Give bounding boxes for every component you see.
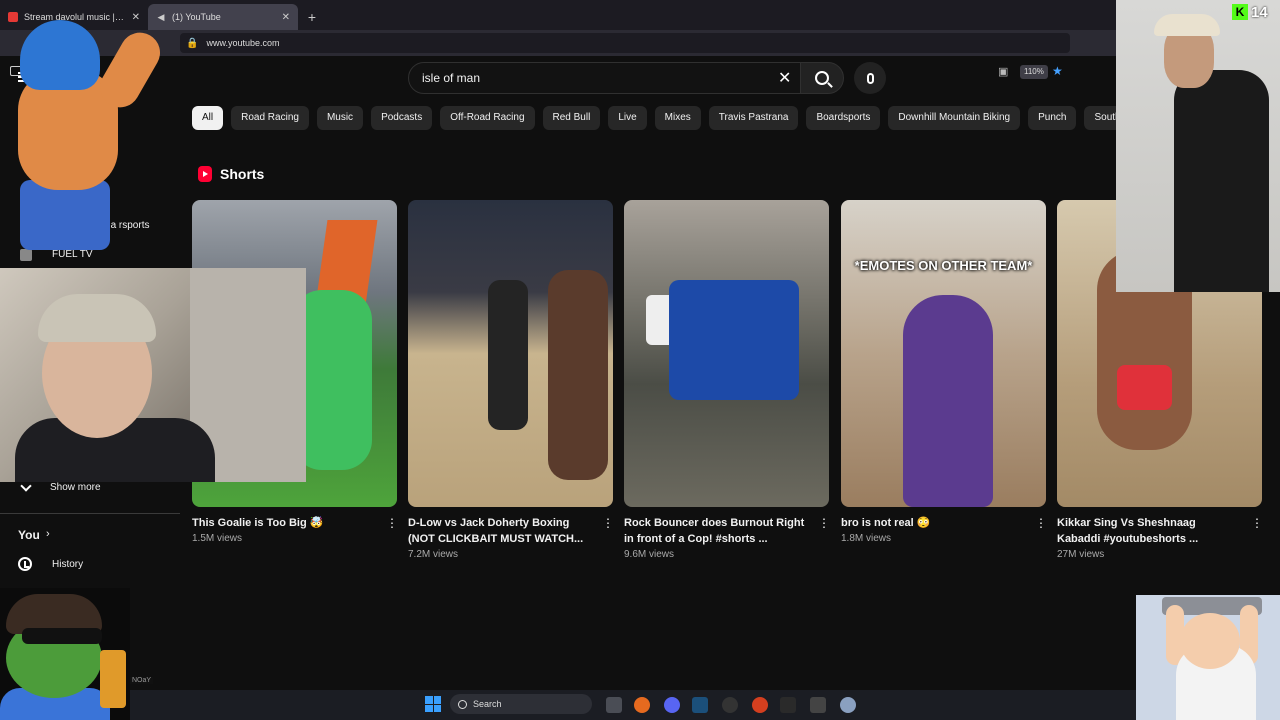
clear-search-icon[interactable]: ✕ [778,68,791,88]
app-icon[interactable] [810,697,826,713]
cartoon-weightlifter-overlay [1136,595,1280,720]
search-button[interactable] [800,62,844,94]
epic-games-icon[interactable] [780,697,796,713]
taskbar-search-label: Search [473,699,502,709]
chip-red-bull[interactable]: Red Bull [542,106,601,130]
shorts-logo-icon [198,166,212,182]
short-thumbnail[interactable] [624,200,829,507]
voice-search-button[interactable] [854,62,886,94]
chip-mixes[interactable]: Mixes [654,106,701,130]
short-views: 9.6M views [624,549,675,560]
more-options-icon[interactable]: ⋮ [1251,517,1263,530]
url-field[interactable]: 🔒 www.youtube.com [180,33,1070,53]
fuel-tv-avatar-icon [20,249,32,261]
short-title[interactable]: D-Low vs Jack Doherty Boxing (NOT CLICKB… [408,515,591,547]
chevron-right-icon[interactable]: › [46,528,50,540]
filter-chips: All Road Racing Music Podcasts Off-Road … [192,106,1116,130]
short-views: 1.5M views [192,533,243,544]
obs-icon[interactable] [722,697,738,713]
sidebar-divider [0,513,180,514]
history-icon [18,557,32,571]
chip-downhill-mountain-biking[interactable]: Downhill Mountain Biking [888,106,1021,130]
streamer-webcam-overlay [0,268,306,482]
search-input[interactable] [422,71,762,85]
shorts-heading: Shorts [220,166,265,182]
media-player-icon[interactable] [752,697,768,713]
more-options-icon[interactable]: ⋮ [602,517,614,530]
chip-punch[interactable]: Punch [1028,106,1077,130]
search-icon [815,71,829,85]
short-title[interactable]: bro is not real 😳 [841,515,1024,531]
shorts-section-header: Shorts [198,166,264,182]
short-card[interactable]: *EMOTES ON OTHER TEAM* bro is not real 😳… [841,200,1047,544]
address-bar: 🔒 www.youtube.com ▣ 110% ★ [0,30,1280,79]
file-explorer-icon[interactable] [606,697,622,713]
more-options-icon[interactable]: ⋮ [1035,517,1047,530]
more-options-icon[interactable]: ⋮ [386,517,398,530]
short-title[interactable]: Kikkar Sing Vs Sheshnaag Kabaddi #youtub… [1057,515,1240,547]
taskbar-search[interactable]: Search [450,694,592,714]
short-title[interactable]: This Goalie is Too Big 🤯 [192,515,375,531]
discord-icon[interactable] [664,697,680,713]
bookmark-star-icon[interactable]: ★ [1052,64,1063,78]
url-text[interactable]: www.youtube.com [206,38,279,48]
search-box[interactable] [408,62,806,94]
windows-taskbar [130,690,1136,720]
chip-southe[interactable]: Southe [1084,106,1116,130]
overlay-caption: NOaY [130,677,154,684]
zoom-level-badge[interactable]: 110% [1020,65,1048,79]
close-icon[interactable]: ✕ [282,12,290,23]
short-thumbnail[interactable]: *EMOTES ON OTHER TEAM* [841,200,1046,507]
frog-avatar-overlay [0,588,130,720]
more-options-icon[interactable]: ⋮ [818,517,830,530]
history-label: History [52,558,84,570]
viewer-count: 14 [1251,3,1268,21]
chip-travis-pastrana[interactable]: Travis Pastrana [708,106,799,130]
sidebar-you-heading[interactable]: You [18,528,40,542]
short-thumbnail[interactable] [408,200,613,507]
chip-music[interactable]: Music [316,106,364,130]
new-tab-button[interactable]: + [298,4,326,30]
thumbnail-caption: *EMOTES ON OTHER TEAM* [854,258,1033,273]
short-views: 7.2M views [408,549,459,560]
reader-view-icon[interactable]: ▣ [998,65,1008,78]
steam-icon[interactable] [692,697,708,713]
chip-road-racing[interactable]: Road Racing [231,106,309,130]
chip-live[interactable]: Live [608,106,647,130]
sidebar-item-history[interactable]: History [18,557,83,571]
windows-start-icon[interactable] [425,696,441,712]
microphone-icon [866,72,874,84]
short-card[interactable]: D-Low vs Jack Doherty Boxing (NOT CLICKB… [408,200,614,560]
kick-viewer-badge: K 14 [1232,2,1268,22]
short-views: 1.8M views [841,533,892,544]
cartoon-mascot-overlay [0,10,190,250]
chip-podcasts[interactable]: Podcasts [371,106,433,130]
settings-gear-icon[interactable] [840,697,856,713]
short-views: 27M views [1057,549,1105,560]
chip-boardsports[interactable]: Boardsports [806,106,881,130]
chip-all[interactable]: All [192,106,224,130]
sidebar-item-fuel-tv[interactable]: FUEL TV [52,249,93,260]
browser-tab-bar: Stream davolul music | Listen t... ✕ ◀ (… [0,0,1280,30]
sidebar-show-more[interactable]: Show more [18,479,101,493]
short-card[interactable]: Rock Bouncer does Burnout Right in front… [624,200,830,560]
second-streamer-overlay [1116,0,1280,292]
firefox-icon[interactable] [634,697,650,713]
show-more-label: Show more [50,482,101,493]
kick-logo-icon: K [1232,4,1248,20]
short-title[interactable]: Rock Bouncer does Burnout Right in front… [624,515,807,547]
chip-off-road-racing[interactable]: Off-Road Racing [440,106,535,130]
search-icon [458,699,467,709]
